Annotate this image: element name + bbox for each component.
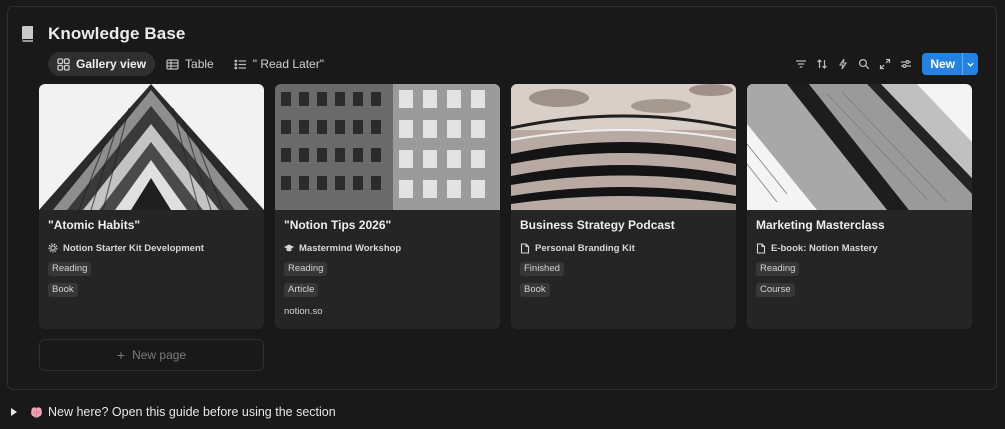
book-icon	[20, 25, 36, 43]
search-icon	[858, 58, 870, 70]
card-title: Marketing Masterclass	[756, 218, 885, 232]
gallery-card[interactable]: "Notion Tips 2026" Mastermind Workshop R…	[275, 84, 500, 329]
guide-toggle-label: New here? Open this guide before using t…	[48, 405, 336, 419]
search-button[interactable]	[853, 52, 874, 76]
database-header: Knowledge Base	[20, 23, 185, 45]
card-title: "Atomic Habits"	[48, 218, 141, 232]
table-icon	[166, 58, 179, 71]
gallery-card[interactable]: Marketing Masterclass E-book: Notion Mas…	[747, 84, 972, 329]
card-title: Business Strategy Podcast	[520, 218, 675, 232]
card-title: "Notion Tips 2026"	[284, 218, 392, 232]
type-badge: Course	[756, 283, 795, 297]
tab-gallery-view[interactable]: Gallery view	[48, 52, 156, 76]
filter-button[interactable]	[790, 52, 811, 76]
gear-icon	[48, 243, 58, 254]
card-url[interactable]: notion.so	[284, 306, 323, 317]
settings-button[interactable]	[895, 52, 916, 76]
card-relation[interactable]: Mastermind Workshop	[284, 243, 401, 254]
gallery-grid-icon	[57, 57, 70, 71]
tab-label: " Read Later"	[252, 57, 324, 71]
brain-icon	[31, 406, 42, 418]
page-icon	[756, 243, 766, 254]
chevron-down-icon[interactable]	[962, 53, 978, 75]
tab-table[interactable]: Table	[157, 52, 223, 76]
card-relation-label: Personal Branding Kit	[535, 243, 635, 254]
graduation-cap-icon	[284, 243, 294, 254]
status-badge: Reading	[48, 262, 92, 276]
tab-label: Gallery view	[76, 57, 147, 71]
sort-button[interactable]	[811, 52, 832, 76]
plus-icon: +	[116, 347, 126, 363]
card-relation[interactable]: E-book: Notion Mastery	[756, 243, 878, 254]
automation-button[interactable]	[832, 52, 853, 76]
guide-toggle[interactable]: New here? Open this guide before using t…	[10, 403, 336, 421]
automation-bolt-icon	[838, 58, 847, 70]
list-icon	[234, 58, 247, 71]
card-cover-image	[39, 84, 264, 210]
filter-icon	[795, 60, 806, 68]
gallery-card[interactable]: Business Strategy Podcast Personal Brand…	[511, 84, 736, 329]
sort-icon	[816, 59, 827, 69]
new-page-button[interactable]: + New page	[39, 339, 264, 371]
new-page-label: New page	[132, 348, 187, 362]
status-badge: Reading	[756, 262, 800, 276]
gallery: "Atomic Habits" Notion Starter Kit Devel…	[39, 84, 983, 329]
new-button-label[interactable]: New	[922, 53, 962, 75]
view-tabs: Gallery view Table " Read Later"	[48, 52, 335, 76]
settings-sliders-icon	[900, 59, 911, 68]
card-relation[interactable]: Personal Branding Kit	[520, 243, 635, 254]
page-icon	[520, 243, 530, 254]
expand-icon	[879, 58, 890, 70]
new-button[interactable]: New	[922, 53, 978, 75]
card-cover-image	[275, 84, 500, 210]
type-badge: Article	[284, 283, 319, 297]
expand-button[interactable]	[874, 52, 895, 76]
card-relation[interactable]: Notion Starter Kit Development	[48, 243, 204, 254]
database-toolbar: New	[790, 52, 978, 76]
type-badge: Book	[520, 283, 550, 297]
tab-label: Table	[185, 57, 214, 71]
card-cover-image	[747, 84, 972, 210]
gallery-card[interactable]: "Atomic Habits" Notion Starter Kit Devel…	[39, 84, 264, 329]
toggle-triangle-icon[interactable]	[10, 407, 18, 417]
card-cover-image	[511, 84, 736, 210]
status-badge: Finished	[520, 262, 564, 276]
type-badge: Book	[48, 283, 78, 297]
card-relation-label: Notion Starter Kit Development	[63, 243, 204, 254]
database-title[interactable]: Knowledge Base	[48, 24, 185, 44]
card-relation-label: E-book: Notion Mastery	[771, 243, 878, 254]
status-badge: Reading	[284, 262, 328, 276]
card-relation-label: Mastermind Workshop	[299, 243, 402, 254]
tab-read-later[interactable]: " Read Later"	[225, 52, 333, 76]
